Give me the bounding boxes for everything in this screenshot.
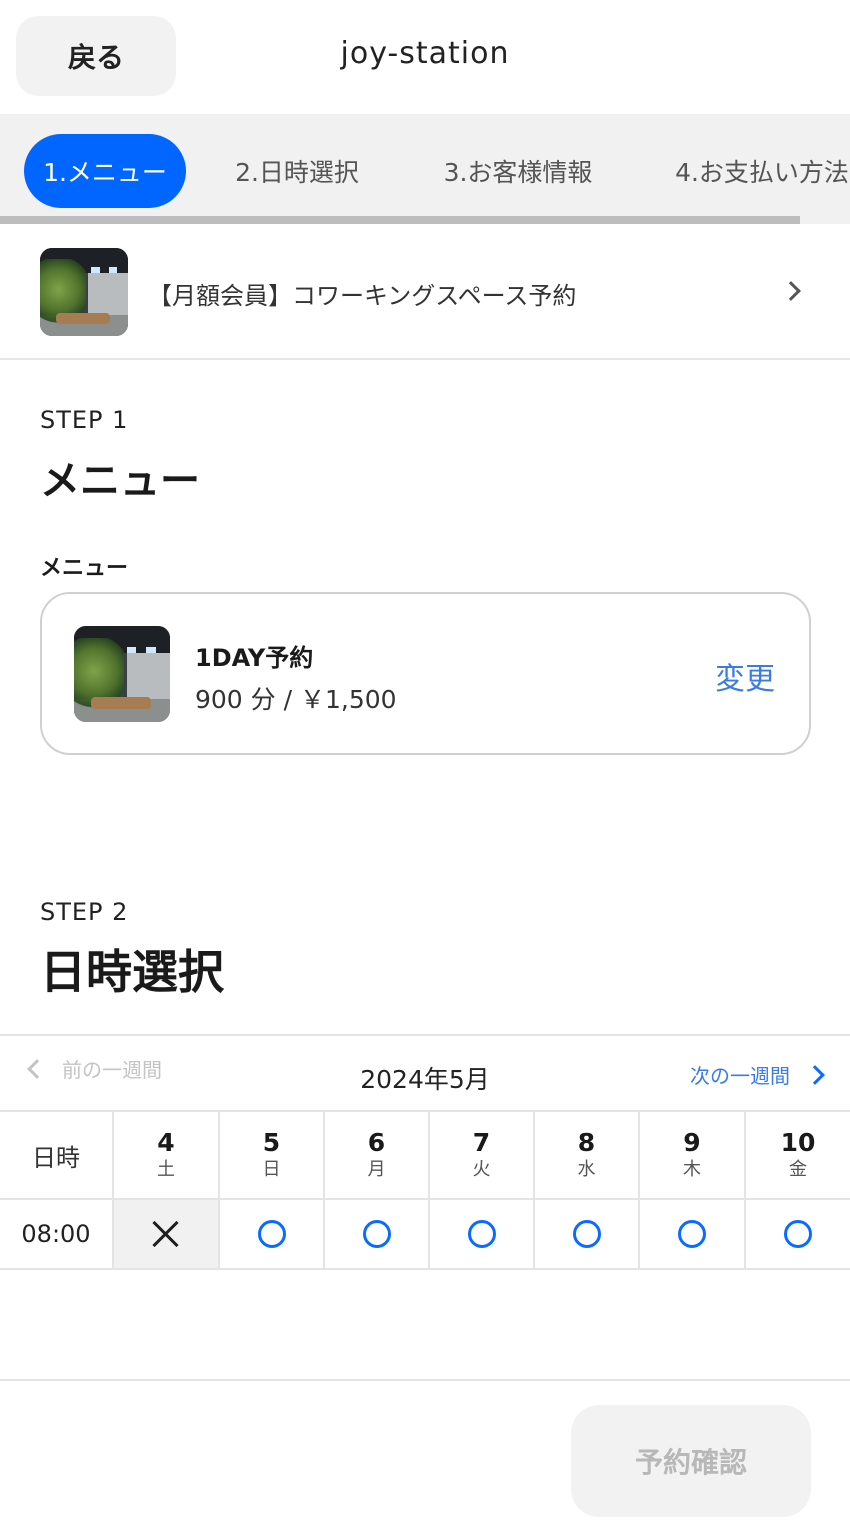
day-number: 5 (262, 1128, 281, 1157)
service-thumbnail (40, 248, 128, 336)
app-header: 戻る joy-station (0, 0, 850, 114)
menu-field-label: メニュー (40, 556, 129, 581)
service-label: 【月額会員】コワーキングスペース予約 (148, 282, 577, 310)
time-slot-row: 08:00 (0, 1198, 850, 1270)
tab-datetime[interactable]: 2.日時選択 (218, 134, 376, 208)
prev-week-button[interactable]: 前の一週間 (22, 1054, 162, 1083)
circle-icon (572, 1220, 601, 1248)
chevron-right-icon (805, 1064, 825, 1085)
day-header: 8水 (533, 1110, 640, 1200)
prev-week-label: 前の一週間 (62, 1058, 162, 1082)
slot-available[interactable] (428, 1198, 535, 1270)
cross-icon (152, 1220, 180, 1248)
step1-label: STEP 1 (40, 406, 129, 434)
day-number: 10 (780, 1128, 816, 1157)
step-tabs: 1.メニュー 2.日時選択 3.お客様情報 4.お支払い方法 (0, 114, 850, 224)
availability-table: 日時 4土 5日 6月 7火 8水 9木 10 金 08:00 (0, 1110, 850, 1270)
slot-time: 08:00 (0, 1198, 114, 1270)
day-number: 6 (367, 1128, 386, 1157)
slot-available[interactable] (638, 1198, 746, 1270)
day-number: 4 (157, 1128, 175, 1157)
slot-available[interactable] (744, 1198, 850, 1270)
weekday-label: 月 (367, 1159, 386, 1180)
circle-icon (257, 1220, 286, 1248)
step2-label: STEP 2 (40, 898, 129, 926)
slot-available[interactable] (323, 1198, 430, 1270)
weekday-label: 土 (157, 1159, 175, 1180)
slot-unavailable (112, 1198, 220, 1270)
datetime-corner-label: 日時 (0, 1110, 114, 1200)
change-menu-link[interactable]: 変更 (715, 654, 775, 698)
weekday-label: 金 (789, 1159, 807, 1180)
day-header: 9木 (638, 1110, 746, 1200)
day-header: 6月 (323, 1110, 430, 1200)
menu-item-price: 900 分 / ￥1,500 (195, 685, 397, 714)
confirm-reservation-button[interactable]: 予約確認 (571, 1405, 811, 1517)
service-row[interactable]: 【月額会員】コワーキングスペース予約 (0, 224, 850, 360)
weekday-label: 木 (683, 1159, 701, 1180)
tab-payment-method[interactable]: 4.お支払い方法 (662, 134, 850, 208)
menu-thumbnail (74, 626, 170, 722)
steps-scroll-indicator (0, 216, 800, 224)
selected-menu-card: 1DAY予約 900 分 / ￥1,500 変更 (40, 592, 811, 755)
circle-icon (362, 1220, 391, 1248)
slot-available[interactable] (218, 1198, 325, 1270)
day-header: 4土 (112, 1110, 220, 1200)
next-week-button[interactable]: 次の一週間 (690, 1060, 828, 1089)
weekday-label: 水 (577, 1159, 596, 1180)
day-number: 8 (577, 1128, 596, 1157)
day-number: 9 (683, 1128, 701, 1157)
circle-icon (467, 1220, 496, 1248)
footer-divider (0, 1379, 850, 1381)
day-header: 7火 (428, 1110, 535, 1200)
day-header: 5日 (218, 1110, 325, 1200)
calendar-nav: 前の一週間 2024年5月 次の一週間 (0, 1034, 850, 1112)
tab-customer-info[interactable]: 3.お客様情報 (428, 134, 608, 208)
weekday-label: 日 (262, 1159, 281, 1180)
step1-heading: メニュー (40, 458, 200, 504)
menu-item-title: 1DAY予約 (195, 644, 314, 672)
slot-available[interactable] (533, 1198, 640, 1270)
chevron-left-icon (27, 1058, 47, 1079)
circle-icon (678, 1220, 706, 1248)
next-week-label: 次の一週間 (690, 1064, 790, 1088)
weekday-label: 火 (472, 1159, 491, 1180)
calendar-header-row: 日時 4土 5日 6月 7火 8水 9木 10 金 (0, 1110, 850, 1200)
day-header: 10 金 (744, 1110, 850, 1200)
step2-heading: 日時選択 (40, 945, 224, 999)
page-title: joy-station (340, 36, 510, 71)
chevron-right-icon (781, 281, 801, 301)
circle-icon (784, 1220, 812, 1248)
day-number: 7 (472, 1128, 491, 1157)
tab-menu[interactable]: 1.メニュー (24, 134, 186, 208)
